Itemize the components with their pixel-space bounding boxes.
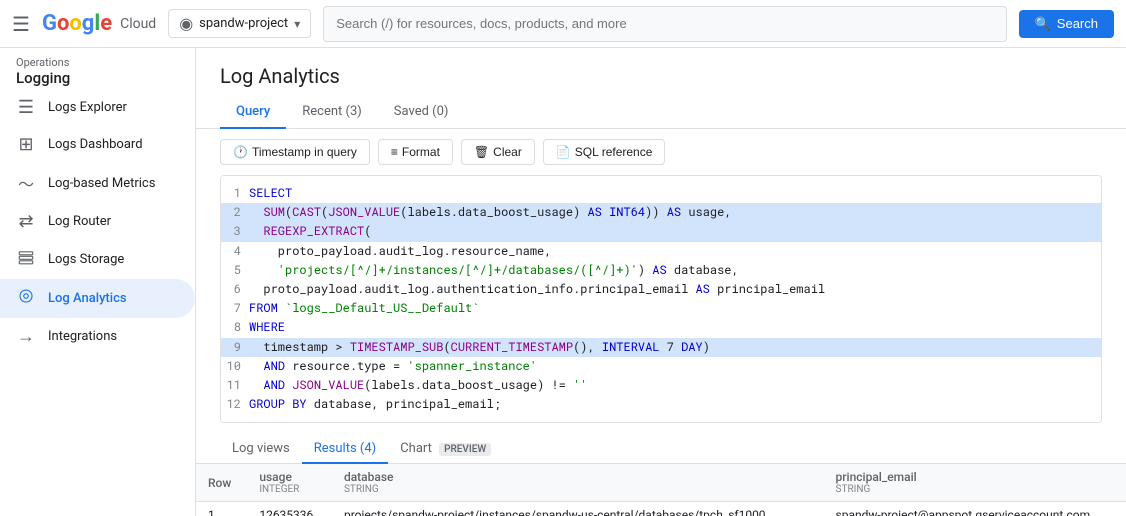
tab-chart[interactable]: Chart PREVIEW bbox=[388, 435, 503, 464]
tab-results[interactable]: Results (4) bbox=[302, 435, 388, 464]
sidebar-item-label: Log Router bbox=[48, 214, 111, 229]
table-row: 1 12635336 projects/spandw-project/insta… bbox=[196, 502, 1126, 516]
search-bar[interactable] bbox=[323, 6, 1006, 42]
menu-icon[interactable]: ☰ bbox=[12, 12, 30, 36]
results-table-container: Row usage INTEGER database STRING princi… bbox=[196, 464, 1126, 516]
timestamp-button[interactable]: 🕐 Timestamp in query bbox=[220, 139, 370, 165]
clock-icon: 🕐 bbox=[233, 145, 248, 159]
main-layout: Operations Logging ☰ Logs Explorer ⊞ Log… bbox=[0, 48, 1126, 516]
sql-editor[interactable]: 1 SELECT 2 SUM(CAST(JSON_VALUE(labels.da… bbox=[220, 175, 1102, 423]
cloud-label: Cloud bbox=[120, 16, 156, 32]
preview-badge: PREVIEW bbox=[439, 443, 491, 456]
doc-icon: 📄 bbox=[556, 145, 571, 159]
cell-email: spandw-project@appspot.gserviceaccount.c… bbox=[824, 502, 1126, 516]
sql-line-2: 2 SUM(CAST(JSON_VALUE(labels.data_boost_… bbox=[221, 203, 1101, 222]
topbar: ☰ Google Cloud ◉ spandw-project ▾ 🔍 Sear… bbox=[0, 0, 1126, 48]
sidebar-item-log-analytics[interactable]: Log Analytics bbox=[0, 279, 195, 318]
tab-log-views[interactable]: Log views bbox=[220, 435, 302, 464]
cell-database: projects/spandw-project/instances/spandw… bbox=[332, 502, 824, 516]
sql-line-9: 9 timestamp > TIMESTAMP_SUB(CURRENT_TIME… bbox=[221, 338, 1101, 357]
tab-query[interactable]: Query bbox=[220, 96, 286, 129]
project-name: spandw-project bbox=[199, 16, 288, 31]
sidebar-item-label: Integrations bbox=[48, 329, 117, 344]
sidebar-item-label: Log-based Metrics bbox=[48, 176, 155, 191]
sidebar-item-log-based-metrics[interactable]: 〜 Log-based Metrics bbox=[0, 163, 195, 203]
search-input[interactable] bbox=[336, 16, 993, 31]
sidebar-item-label: Logs Storage bbox=[48, 252, 124, 267]
col-header-email: principal_email STRING bbox=[824, 464, 1126, 502]
clear-button[interactable]: 🗑 Clear bbox=[461, 139, 535, 165]
results-table: Row usage INTEGER database STRING princi… bbox=[196, 464, 1126, 516]
sql-line-10: 10 AND resource.type = 'spanner_instance… bbox=[221, 357, 1101, 376]
sql-reference-button[interactable]: 📄 SQL reference bbox=[543, 139, 666, 165]
page-title: Log Analytics bbox=[196, 48, 1126, 96]
chevron-down-icon: ▾ bbox=[294, 17, 300, 31]
clear-icon: 🗑 bbox=[474, 145, 489, 159]
tab-recent[interactable]: Recent (3) bbox=[286, 96, 378, 129]
list-icon: ☰ bbox=[16, 97, 36, 118]
search-icon: 🔍 bbox=[1035, 16, 1051, 32]
sidebar-service-ops: Operations bbox=[16, 56, 179, 69]
content-area: Log Analytics Query Recent (3) Saved (0)… bbox=[196, 48, 1126, 516]
sql-line-7: 7 FROM `logs__Default_US__Default` bbox=[221, 299, 1101, 318]
query-tabs: Query Recent (3) Saved (0) bbox=[196, 96, 1126, 129]
format-button[interactable]: ≡ Format bbox=[378, 139, 453, 165]
sql-line-1: 1 SELECT bbox=[221, 184, 1101, 203]
sql-line-3: 3 REGEXP_EXTRACT( bbox=[221, 222, 1101, 241]
project-selector[interactable]: ◉ spandw-project ▾ bbox=[168, 9, 311, 38]
sidebar-item-logs-storage[interactable]: Logs Storage bbox=[0, 240, 195, 279]
analytics-icon bbox=[16, 287, 36, 310]
sql-line-12: 12 GROUP BY database, principal_email; bbox=[221, 395, 1101, 414]
col-header-database: database STRING bbox=[332, 464, 824, 502]
sql-line-4: 4 proto_payload.audit_log.resource_name, bbox=[221, 242, 1101, 261]
dashboard-icon: ⊞ bbox=[16, 134, 36, 155]
google-cloud-logo: Google Cloud bbox=[42, 11, 156, 36]
sidebar-item-integrations[interactable]: → Integrations bbox=[0, 318, 195, 355]
metrics-icon: 〜 bbox=[16, 171, 36, 195]
sidebar-item-label: Logs Explorer bbox=[48, 100, 127, 115]
tab-saved[interactable]: Saved (0) bbox=[378, 96, 465, 129]
integrations-icon: → bbox=[16, 326, 36, 347]
sql-toolbar: 🕐 Timestamp in query ≡ Format 🗑 Clear 📄 … bbox=[196, 129, 1126, 175]
col-header-row: Row bbox=[196, 464, 247, 502]
col-header-usage: usage INTEGER bbox=[247, 464, 332, 502]
table-header-row: Row usage INTEGER database STRING princi… bbox=[196, 464, 1126, 502]
project-icon: ◉ bbox=[179, 14, 193, 33]
format-icon: ≡ bbox=[391, 145, 398, 159]
sql-line-11: 11 AND JSON_VALUE(labels.data_boost_usag… bbox=[221, 376, 1101, 395]
sidebar-item-label: Log Analytics bbox=[48, 291, 127, 306]
sidebar-service-name: Logging bbox=[16, 69, 179, 87]
storage-icon bbox=[16, 248, 36, 271]
sql-line-6: 6 proto_payload.audit_log.authentication… bbox=[221, 280, 1101, 299]
results-tabs: Log views Results (4) Chart PREVIEW bbox=[196, 423, 1126, 464]
sidebar-item-logs-dashboard[interactable]: ⊞ Logs Dashboard bbox=[0, 126, 195, 163]
sidebar: Operations Logging ☰ Logs Explorer ⊞ Log… bbox=[0, 48, 196, 516]
sidebar-item-log-router[interactable]: ⇄ Log Router bbox=[0, 203, 195, 240]
sidebar-item-label: Logs Dashboard bbox=[48, 137, 143, 152]
sidebar-item-logs-explorer[interactable]: ☰ Logs Explorer bbox=[0, 89, 195, 126]
cell-usage: 12635336 bbox=[247, 502, 332, 516]
sql-line-8: 8 WHERE bbox=[221, 318, 1101, 337]
cell-row: 1 bbox=[196, 502, 247, 516]
sidebar-service: Operations Logging bbox=[0, 48, 195, 89]
router-icon: ⇄ bbox=[16, 211, 36, 232]
sql-line-5: 5 'projects/[^/]+/instances/[^/]+/databa… bbox=[221, 261, 1101, 280]
search-button[interactable]: 🔍 Search bbox=[1019, 10, 1114, 38]
